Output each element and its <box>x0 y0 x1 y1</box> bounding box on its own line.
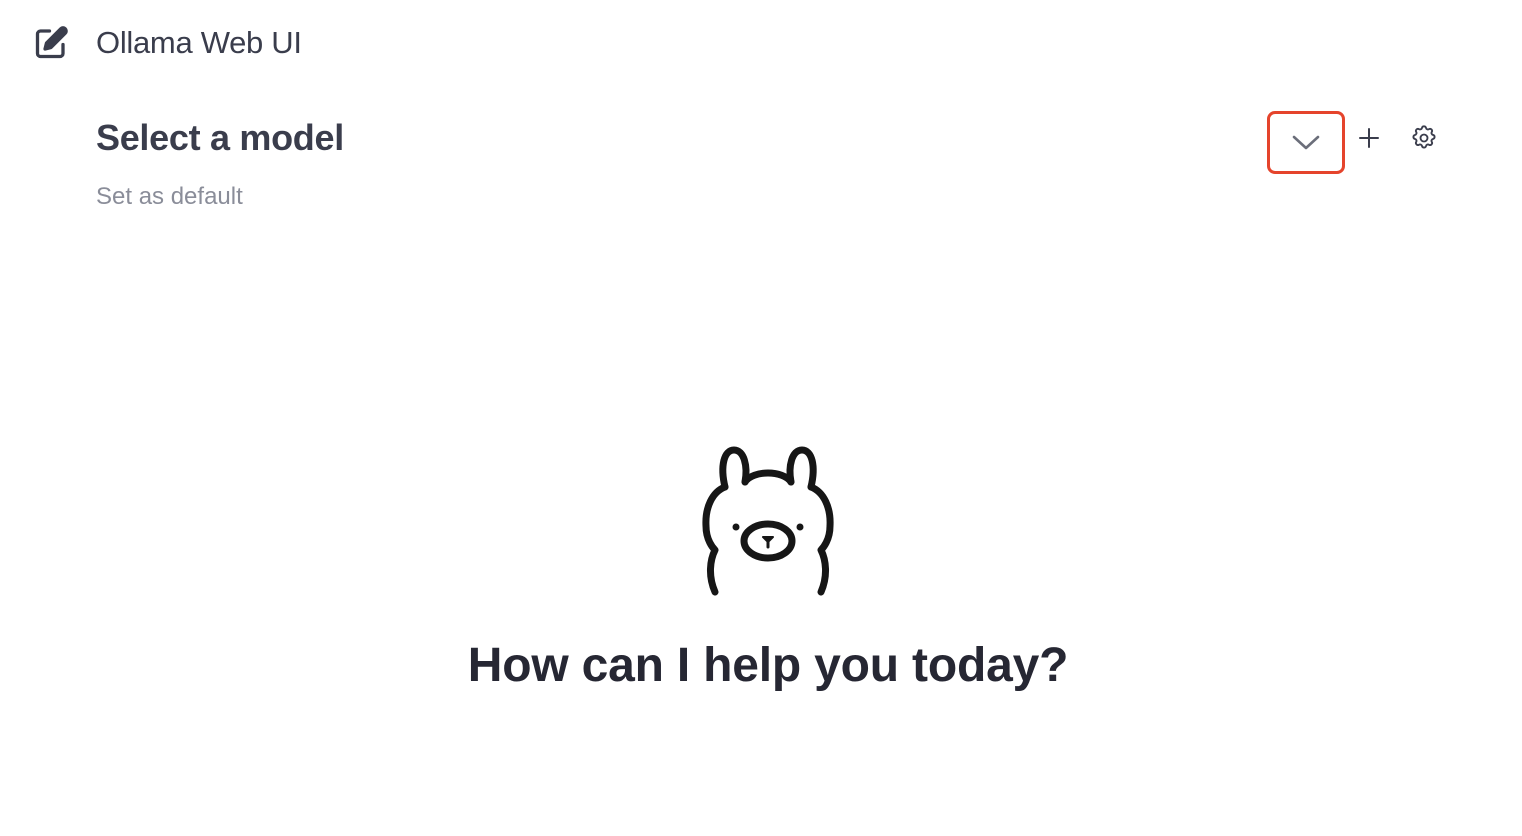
ollama-logo <box>698 446 838 598</box>
gear-icon <box>1412 125 1436 149</box>
model-select-placeholder[interactable]: Select a model <box>96 116 344 160</box>
new-chat-button[interactable] <box>30 22 72 64</box>
add-model-button[interactable] <box>1352 120 1386 156</box>
chevron-down-icon <box>1292 135 1320 149</box>
app-page: Ollama Web UI Select a model Set as defa… <box>0 0 1522 836</box>
llama-icon <box>702 446 834 596</box>
edit-icon <box>35 26 68 59</box>
plus-icon <box>1359 128 1379 148</box>
app-title: Ollama Web UI <box>96 25 302 60</box>
model-dropdown-button[interactable] <box>1267 111 1345 174</box>
greeting-heading: How can I help you today? <box>467 639 1069 692</box>
set-as-default-button[interactable]: Set as default <box>96 182 243 212</box>
model-settings-button[interactable] <box>1405 120 1443 156</box>
